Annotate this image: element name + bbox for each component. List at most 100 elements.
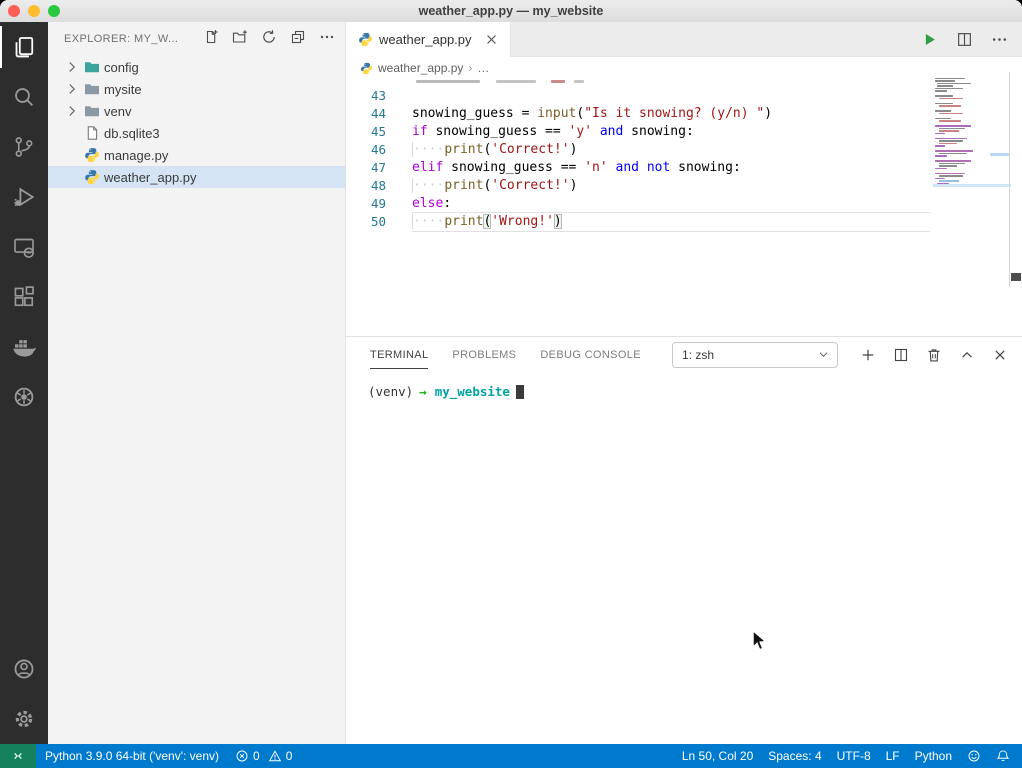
minimap[interactable] [935,75,1005,187]
line-number: 45 [346,123,412,141]
more-actions-button[interactable] [991,31,1008,48]
line-number: 43 [346,87,412,105]
terminal[interactable]: (venv) → my_website [346,372,1022,399]
python-interpreter-status[interactable]: Python 3.9.0 64-bit ('venv': venv) [45,749,219,763]
account-icon [12,657,36,681]
close-panel-button[interactable] [992,347,1008,363]
status-right: Ln 50, Col 20 Spaces: 4 UTF-8 LF Python [682,749,1022,763]
line-number: 44 [346,105,412,123]
feedback-button[interactable] [967,749,981,763]
activity-bar-item-explorer[interactable] [0,22,48,72]
editor-tab-weather-app[interactable]: weather_app.py [346,22,511,57]
terminal-shell-select[interactable]: 1: zsh [672,342,838,368]
file-item-config[interactable]: config [48,56,345,78]
file-name: manage.py [104,148,168,163]
split-editor-button[interactable] [956,31,973,48]
encoding-status[interactable]: UTF-8 [837,749,871,763]
panel-header: TERMINAL PROBLEMS DEBUG CONSOLE 1: zsh [346,337,1022,372]
error-icon [235,749,249,763]
problems-status[interactable]: 0 0 [235,749,296,763]
folder-icon [84,81,100,97]
python-icon [84,169,100,185]
play-icon [921,31,938,48]
activity-bar-item-manage[interactable] [0,694,48,744]
code-editor[interactable]: 4344snowing_guess = input("Is it snowing… [346,79,1022,336]
more-actions-button[interactable] [319,29,335,50]
folder-icon [84,81,100,97]
breadcrumb[interactable]: weather_app.py › … [346,57,1022,79]
file-item-venv[interactable]: venv [48,100,345,122]
refresh-icon [261,29,277,45]
chevron-right-icon[interactable] [64,81,80,97]
activity-bar-item-docker[interactable] [0,322,48,372]
panel-tab-problems[interactable]: PROBLEMS [452,340,516,369]
line-number: 47 [346,159,412,177]
zoom-window-button[interactable] [48,5,60,17]
code-line-50[interactable]: 50····print('Wrong!') [346,213,1022,231]
language-mode-status[interactable]: Python [915,749,952,763]
file-item-weather_app.py[interactable]: weather_app.py [48,166,345,188]
overview-ruler [1009,72,1010,287]
notifications-bell[interactable] [996,749,1010,763]
chevron-right-icon[interactable] [64,103,80,119]
kubernetes-icon [12,385,36,409]
clipped-line-fragment [574,80,584,83]
code-line-49[interactable]: 49else: [346,195,1022,213]
code-lines: 4344snowing_guess = input("Is it snowing… [346,79,1022,231]
close-window-button[interactable] [8,5,20,17]
activity-bar-item-run-and-debug[interactable] [0,172,48,222]
eol-status[interactable]: LF [886,749,900,763]
refresh-explorer-button[interactable] [261,29,277,50]
line-number: 48 [346,177,412,195]
run-python-file-button[interactable] [921,31,938,48]
file-item-db.sqlite3[interactable]: db.sqlite3 [48,122,345,144]
new-folder-button[interactable] [232,29,248,50]
code-line-43[interactable]: 43 [346,87,1022,105]
activity-bar-item-source-control[interactable] [0,122,48,172]
code-line-44[interactable]: 44snowing_guess = input("Is it snowing? … [346,105,1022,123]
docker-icon [12,335,36,359]
collapse-folders-button[interactable] [290,29,306,50]
code-line-46[interactable]: 46····print('Correct!') [346,141,1022,159]
minimize-window-button[interactable] [28,5,40,17]
python-icon [84,169,100,185]
file-name: db.sqlite3 [104,126,160,141]
source-control-icon [12,135,36,159]
activity-bar-item-kubernetes[interactable] [0,372,48,422]
panel-tab-terminal[interactable]: TERMINAL [370,340,428,369]
search-icon [12,85,36,109]
new-terminal-button[interactable] [860,347,876,363]
feedback-icon [967,749,981,763]
code-line-47[interactable]: 47elif snowing_guess == 'n' and not snow… [346,159,1022,177]
more-icon [319,29,335,45]
extensions-icon [12,285,36,309]
code-line-48[interactable]: 48····print('Correct!') [346,177,1022,195]
shell-select-value: 1: zsh [682,348,714,362]
python-icon [360,62,373,75]
maximize-panel-button[interactable] [959,347,975,363]
editor-actions [511,22,1022,57]
panel-tab-debug-console[interactable]: DEBUG CONSOLE [540,340,641,369]
close-tab-icon[interactable] [484,32,500,48]
activity-bar-item-extensions[interactable] [0,272,48,322]
activity-bar-item-remote-explorer[interactable] [0,222,48,272]
chevron-right-icon[interactable] [64,59,80,75]
file-item-manage.py[interactable]: manage.py [48,144,345,166]
split-terminal-button[interactable] [893,347,909,363]
explorer-header: EXPLORER: MY_W... [48,22,345,56]
line-number: 46 [346,141,412,159]
split-editor-icon [956,31,973,48]
file-item-mysite[interactable]: mysite [48,78,345,100]
files-icon [12,35,36,59]
activity-bar-item-accounts[interactable] [0,644,48,694]
remote-indicator[interactable] [0,744,36,768]
chevron-right-icon [64,103,80,119]
cursor-position-status[interactable]: Ln 50, Col 20 [682,749,753,763]
indentation-status[interactable]: Spaces: 4 [768,749,821,763]
activity-bar-item-search[interactable] [0,72,48,122]
breadcrumb-more[interactable]: … [477,61,489,75]
kill-terminal-button[interactable] [926,347,942,363]
code-line-45[interactable]: 45if snowing_guess == 'y' and snowing: [346,123,1022,141]
breadcrumb-file[interactable]: weather_app.py [378,61,463,75]
new-file-button[interactable] [203,29,219,50]
